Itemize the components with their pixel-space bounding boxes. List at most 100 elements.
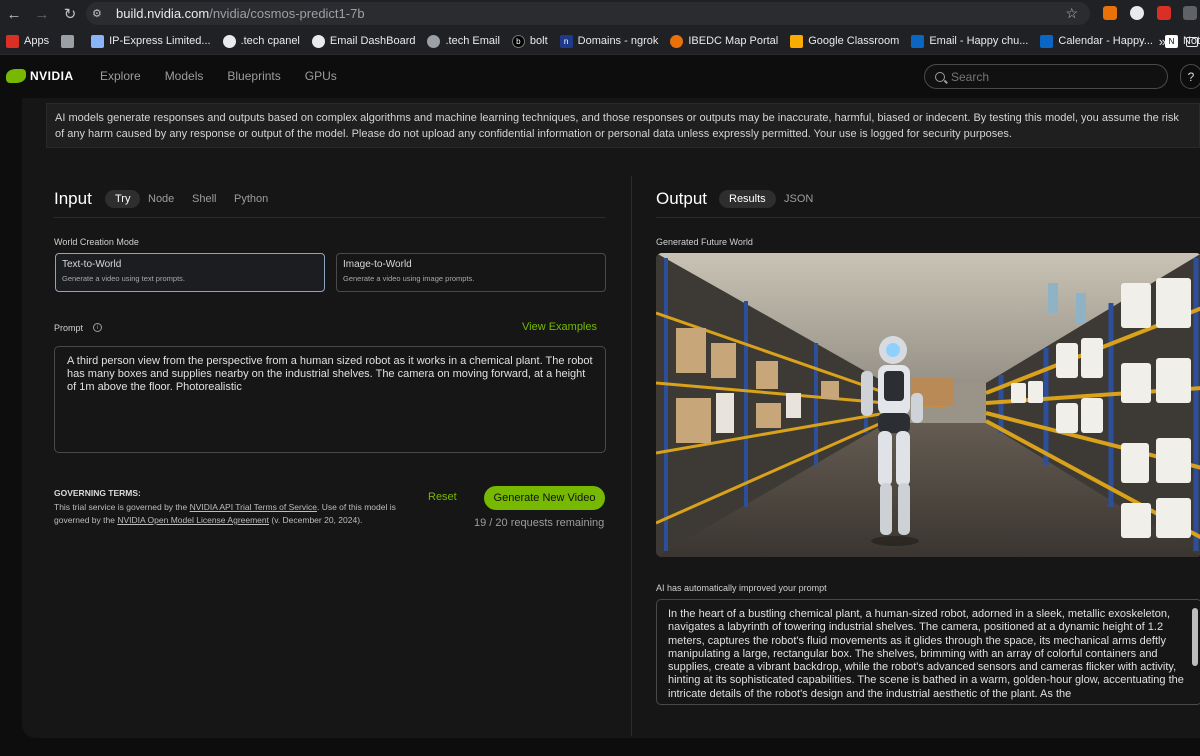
bookmark-label: Google Classroom (808, 35, 900, 47)
address-bar[interactable]: ⚙ build.nvidia.com/nvidia/cosmos-predict… (86, 2, 1090, 25)
help-button[interactable]: ? (1180, 64, 1200, 89)
globe-icon (311, 34, 325, 48)
view-examples-link[interactable]: View Examples (522, 321, 597, 333)
cpanel-icon (427, 34, 441, 48)
trial-terms-link[interactable]: NVIDIA API Trial Terms of Service (190, 502, 317, 512)
reload-icon[interactable]: ↻ (56, 0, 84, 28)
nav-explore[interactable]: Explore (100, 69, 141, 83)
prompt-label: Prompt (54, 323, 84, 333)
site-header: NVIDIA Explore Models Blueprints GPUs ? (0, 56, 1200, 98)
bookmark-tech-cpanel[interactable]: .tech cpanel (222, 34, 300, 48)
bookmark-bolt[interactable]: b bolt (511, 34, 548, 48)
url-host: build.nvidia.com (116, 6, 210, 21)
warehouse-robot-image (656, 253, 1200, 557)
url-path: /nvidia/cosmos-predict1-7b (209, 6, 365, 21)
forward-icon[interactable]: → (28, 0, 56, 28)
apps-grid-icon (6, 34, 19, 48)
classroom-icon (790, 34, 804, 48)
more-bookmarks-chevron[interactable]: » (1159, 34, 1166, 49)
browser-toolbar: ← → ↻ ⚙ build.nvidia.com/nvidia/cosmos-p… (0, 0, 1200, 28)
search-input[interactable] (951, 69, 1151, 84)
page-icon (91, 34, 105, 48)
mode-description: Generate a video using image prompts. (343, 274, 475, 283)
bookmark-email-dashboard[interactable]: Email DashBoard (311, 34, 416, 48)
bookmark-star-icon[interactable]: ☆ (1065, 5, 1078, 22)
improved-prompt-text[interactable]: In the heart of a bustling chemical plan… (656, 599, 1200, 705)
nvidia-logo[interactable]: NVIDIA (6, 69, 74, 83)
mode-image-to-world[interactable]: Image-to-World Generate a video using im… (336, 253, 606, 292)
input-title: Input (54, 189, 92, 208)
tab-shell[interactable]: Shell (192, 193, 216, 205)
main-nav: Explore Models Blueprints GPUs (100, 69, 361, 83)
bookmark-email-happy[interactable]: Email - Happy chu... (911, 34, 1029, 48)
info-icon[interactable]: i (93, 323, 102, 332)
generated-video-frame[interactable] (656, 253, 1200, 557)
bookmark-label: Apps (24, 35, 50, 47)
improved-prompt-scrollbar[interactable] (1192, 608, 1198, 666)
nav-models[interactable]: Models (165, 69, 204, 83)
reset-button[interactable]: Reset (428, 491, 457, 503)
requests-remaining: 19 / 20 requests remaining (474, 517, 605, 529)
governing-terms: GOVERNING TERMS: This trial service is g… (54, 487, 409, 528)
tab-node[interactable]: Node (148, 193, 174, 205)
bookmark-tech-email[interactable]: .tech Email (427, 34, 500, 48)
bookmark-calendar-happy[interactable]: Calendar - Happy... (1040, 34, 1153, 48)
extension-vpn-icon[interactable] (1157, 6, 1171, 20)
output-tabs-divider (656, 217, 1200, 218)
bookmark-google-classroom[interactable]: Google Classroom (790, 34, 900, 48)
bookmark-label: .tech cpanel (240, 35, 300, 47)
output-title: Output (656, 189, 708, 208)
terms-text: This trial service is governed by the (54, 501, 190, 512)
back-icon[interactable]: ← (0, 0, 28, 28)
extension-fox-icon[interactable] (1103, 6, 1117, 20)
mode-description: Generate a video using text prompts. (62, 274, 185, 283)
bookmark-ip-express[interactable]: IP-Express Limited... (91, 34, 211, 48)
nav-blueprints[interactable]: Blueprints (227, 69, 280, 83)
prompt-textarea[interactable]: A third person view from the perspective… (54, 346, 606, 453)
bookmark-label: Email - Happy chu... (929, 35, 1029, 47)
search-icon (935, 71, 945, 82)
extension-shield-icon[interactable] (1130, 6, 1144, 20)
tab-results[interactable]: Results (719, 190, 776, 208)
bookmark-ngrok[interactable]: n Domains - ngrok (559, 34, 659, 48)
search-box[interactable] (924, 64, 1168, 89)
bookmark-label: bolt (529, 35, 548, 47)
calendar-icon (1040, 34, 1054, 48)
extension-puzzle-icon[interactable] (1183, 6, 1197, 20)
generate-video-button[interactable]: Generate New Video (484, 486, 605, 510)
world-creation-mode-label: World Creation Mode (54, 237, 139, 247)
globe-icon (222, 34, 236, 48)
bookmark-label: Domains - ngrok (577, 35, 659, 47)
playground-panel: AI models generate responses and outputs… (22, 98, 1200, 738)
license-agreement-link[interactable]: NVIDIA Open Model License Agreement (117, 515, 269, 525)
improved-prompt-label: AI has automatically improved your promp… (656, 583, 827, 593)
bookmark-label: Email DashBoard (329, 35, 416, 47)
bookmark-grid[interactable] (61, 34, 79, 48)
bookmarks-bar: Apps IP-Express Limited... .tech cpanel … (0, 28, 1200, 55)
grid-icon (61, 34, 75, 48)
ibedc-icon (670, 34, 684, 48)
mode-title: Text-to-World (62, 259, 122, 270)
brand-name: NVIDIA (30, 69, 74, 83)
outlook-icon (911, 34, 925, 48)
mode-text-to-world[interactable]: Text-to-World Generate a video using tex… (55, 253, 325, 292)
site-settings-icon[interactable]: ⚙ (92, 7, 110, 20)
panel-divider (631, 176, 632, 736)
bookmark-apps[interactable]: Apps (6, 34, 50, 48)
all-bookmarks-folder-icon[interactable] (1186, 36, 1198, 47)
nav-gpus[interactable]: GPUs (305, 69, 337, 83)
generated-world-label: Generated Future World (656, 237, 753, 247)
disclaimer-notice: AI models generate responses and outputs… (46, 103, 1200, 148)
ngrok-icon: n (559, 34, 573, 48)
terms-title: GOVERNING TERMS: (54, 488, 141, 498)
tab-try[interactable]: Try (105, 190, 141, 208)
bookmark-ibedc[interactable]: IBEDC Map Portal (670, 34, 779, 48)
tab-json[interactable]: JSON (784, 193, 813, 205)
bolt-icon: b (511, 34, 525, 48)
mode-title: Image-to-World (343, 259, 412, 270)
bookmark-label: Calendar - Happy... (1058, 35, 1153, 47)
tab-python[interactable]: Python (234, 193, 268, 205)
bookmark-label: IP-Express Limited... (109, 35, 211, 47)
bookmark-label: .tech Email (445, 35, 500, 47)
bookmark-label: IBEDC Map Portal (688, 35, 779, 47)
